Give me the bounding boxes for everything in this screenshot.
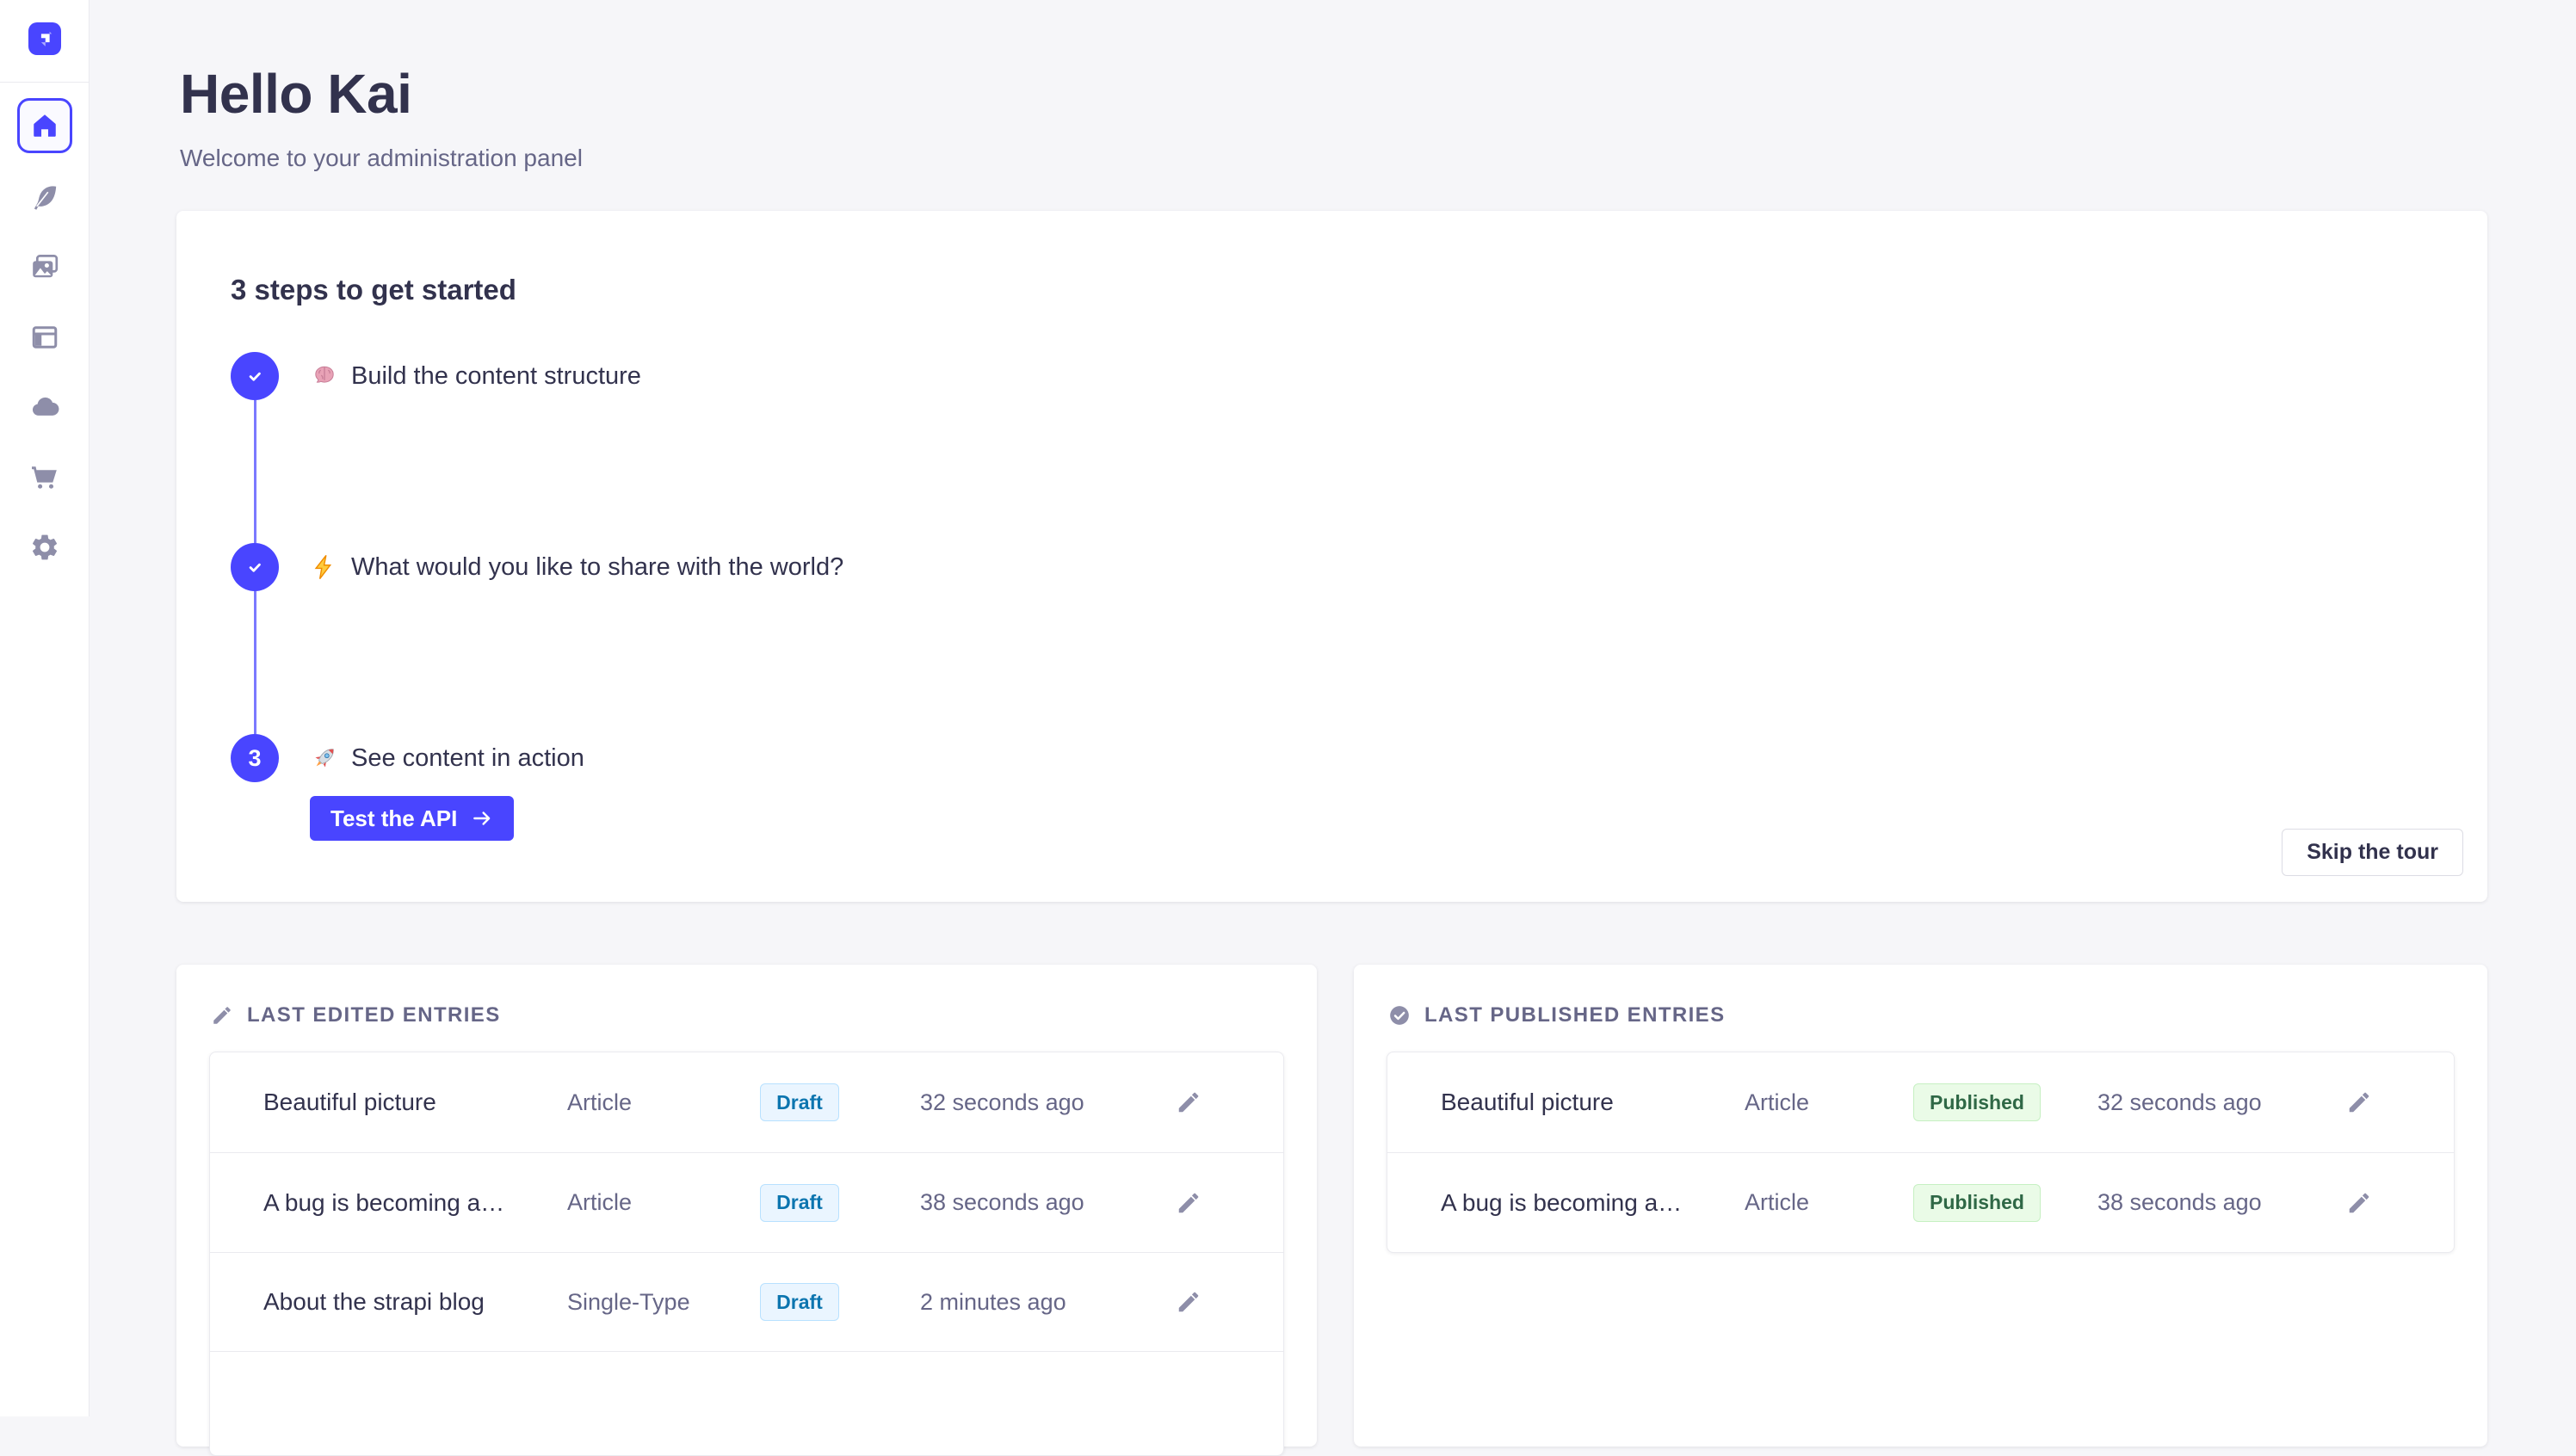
- entry-time: 38 seconds ago: [2059, 1189, 2313, 1216]
- step-3-number: 3: [231, 734, 279, 782]
- entry-title: About the strapi blog: [263, 1288, 567, 1316]
- last-published-header: LAST PUBLISHED ENTRIES: [1388, 1003, 1726, 1028]
- step-2-label-row: What would you like to share with the wo…: [310, 543, 843, 591]
- status-badge: Published: [1913, 1184, 2041, 1222]
- sidebar-item-content-type-builder[interactable]: [28, 320, 62, 355]
- entry-time: 32 seconds ago: [881, 1089, 1142, 1116]
- feather-icon: [29, 182, 60, 213]
- entry-type: Article: [567, 1189, 718, 1216]
- sidebar-item-settings[interactable]: [28, 530, 62, 565]
- entry-type: Single-Type: [567, 1289, 718, 1316]
- test-api-button-label: Test the API: [330, 805, 457, 832]
- sidebar-divider: [0, 82, 90, 83]
- rocket-emoji: [310, 743, 339, 773]
- entry-title: A bug is becoming a…: [263, 1189, 567, 1217]
- page-title: Hello Kai: [180, 62, 411, 126]
- step-3-label: See content in action: [351, 744, 584, 773]
- entry-title: A bug is becoming a…: [1441, 1189, 1745, 1217]
- last-edited-table: Beautiful picture Article Draft 32 secon…: [209, 1052, 1284, 1456]
- pencil-icon: [211, 1004, 233, 1027]
- last-edited-title: LAST EDITED ENTRIES: [247, 1003, 501, 1027]
- sidebar-item-marketplace[interactable]: [28, 460, 62, 494]
- onboarding-step-2: What would you like to share with the wo…: [231, 543, 843, 734]
- lightning-emoji: [310, 552, 339, 582]
- status-badge: Published: [1913, 1083, 2041, 1121]
- status-badge: Draft: [760, 1184, 839, 1222]
- entry-title: Beautiful picture: [1441, 1089, 1745, 1116]
- step-2-label: What would you like to share with the wo…: [351, 553, 843, 582]
- home-icon: [30, 111, 59, 140]
- check-circle-icon: [1388, 1004, 1411, 1027]
- table-row[interactable]: About the strapi blog Single-Type Draft …: [210, 1252, 1283, 1352]
- entry-time: 38 seconds ago: [881, 1189, 1142, 1216]
- onboarding-card: 3 steps to get started Build: [176, 211, 2487, 902]
- last-edited-header: LAST EDITED ENTRIES: [211, 1003, 501, 1028]
- edit-entry-button[interactable]: [1176, 1089, 1203, 1116]
- sidebar-item-media-library[interactable]: [28, 250, 62, 284]
- table-row[interactable]: A bug is becoming a… Article Published 3…: [1387, 1152, 2454, 1252]
- edit-entry-button[interactable]: [2346, 1089, 2374, 1116]
- brain-emoji: [310, 361, 339, 391]
- strapi-logo[interactable]: [28, 22, 61, 55]
- entry-type: Article: [1745, 1189, 1895, 1216]
- onboarding-step-3: 3 Se: [231, 734, 843, 841]
- onboarding-step-1: Build the content structure: [231, 352, 843, 543]
- sidebar: [0, 0, 90, 1416]
- step-3-label-row: See content in action: [310, 734, 584, 782]
- step-2-rail: [231, 543, 279, 734]
- edit-entry-button[interactable]: [1176, 1288, 1203, 1316]
- step-connector: [254, 591, 256, 734]
- entry-type: Article: [567, 1089, 718, 1116]
- skip-tour-button[interactable]: Skip the tour: [2282, 829, 2463, 876]
- layout-icon: [29, 322, 60, 353]
- step-1-done-check-icon: [231, 352, 279, 400]
- sidebar-item-deploy[interactable]: [28, 390, 62, 424]
- status-badge: Draft: [760, 1283, 839, 1321]
- table-row[interactable]: Beautiful picture Article Published 32 s…: [1387, 1052, 2454, 1152]
- last-published-table: Beautiful picture Article Published 32 s…: [1387, 1052, 2455, 1253]
- test-api-button[interactable]: Test the API: [310, 796, 514, 841]
- table-row[interactable]: Beautiful picture Article Draft 32 secon…: [210, 1052, 1283, 1152]
- last-published-card: LAST PUBLISHED ENTRIES Beautiful picture…: [1354, 965, 2487, 1447]
- media-icon: [29, 251, 60, 282]
- entry-type: Article: [1745, 1089, 1895, 1116]
- page-subtitle: Welcome to your administration panel: [180, 145, 583, 172]
- onboarding-title: 3 steps to get started: [231, 274, 516, 306]
- step-1-label: Build the content structure: [351, 362, 641, 391]
- entry-time: 2 minutes ago: [881, 1289, 1142, 1316]
- cloud-icon: [28, 391, 61, 423]
- last-edited-card: LAST EDITED ENTRIES Beautiful picture Ar…: [176, 965, 1317, 1447]
- arrow-right-icon: [471, 807, 493, 830]
- last-published-title: LAST PUBLISHED ENTRIES: [1424, 1003, 1726, 1027]
- edit-entry-button[interactable]: [1176, 1189, 1203, 1217]
- sidebar-item-home[interactable]: [17, 98, 72, 153]
- step-1-label-row: Build the content structure: [310, 352, 641, 400]
- cart-icon: [29, 461, 60, 492]
- edit-entry-button[interactable]: [2346, 1189, 2374, 1217]
- strapi-logo-icon: [34, 28, 56, 50]
- onboarding-steps: Build the content structure: [231, 352, 843, 841]
- gear-icon: [29, 532, 60, 563]
- step-3-rail: 3: [231, 734, 279, 782]
- step-1-rail: [231, 352, 279, 543]
- entry-time: 32 seconds ago: [2059, 1089, 2313, 1116]
- entry-title: Beautiful picture: [263, 1089, 567, 1116]
- sidebar-item-content-manager[interactable]: [28, 181, 62, 215]
- status-badge: Draft: [760, 1083, 839, 1121]
- table-row[interactable]: A bug is becoming a… Article Draft 38 se…: [210, 1152, 1283, 1252]
- step-connector: [254, 400, 256, 543]
- step-2-done-check-icon: [231, 543, 279, 591]
